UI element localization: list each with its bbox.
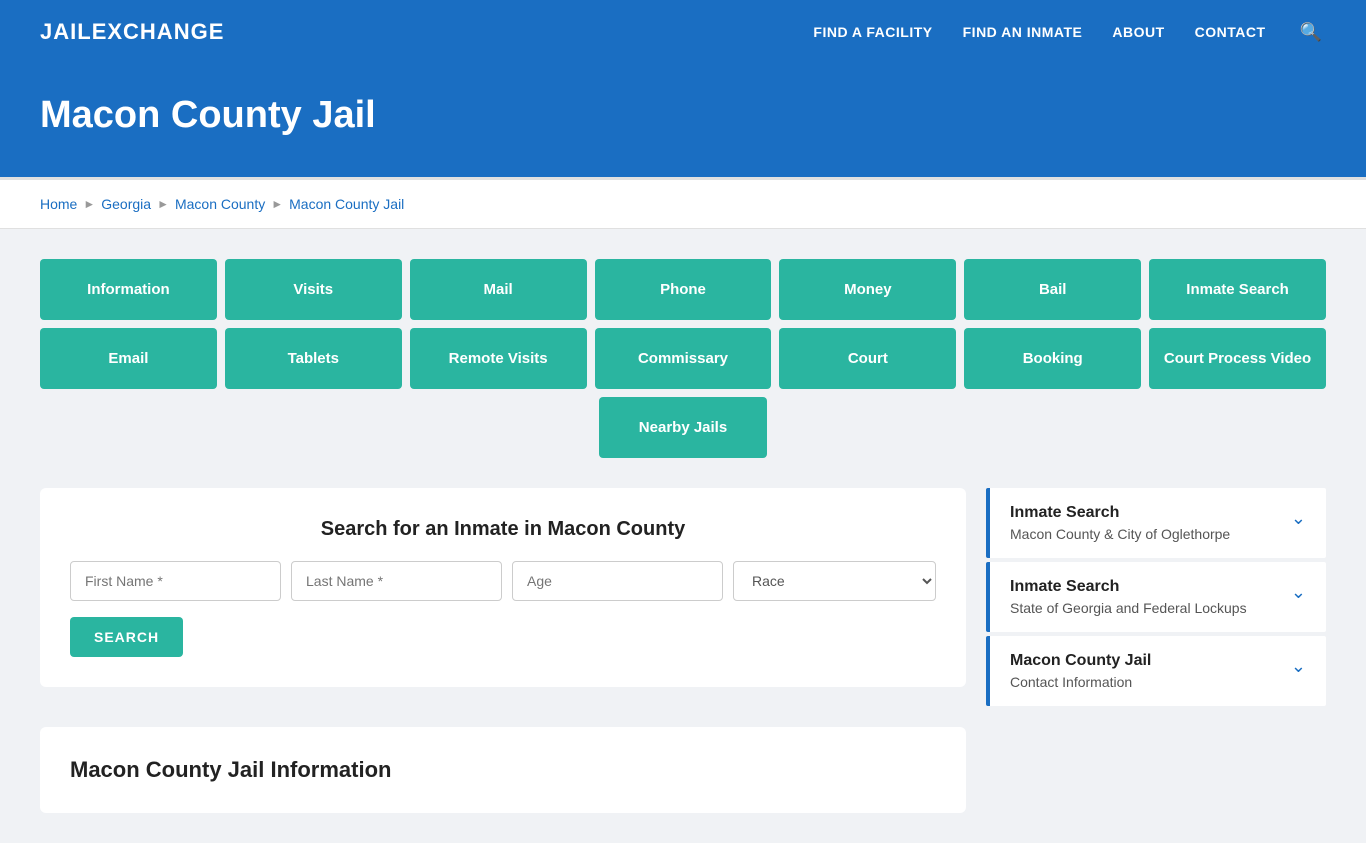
breadcrumb-current: Macon County Jail xyxy=(289,196,404,212)
btn-money[interactable]: Money xyxy=(779,259,956,320)
btn-inmate-search[interactable]: Inmate Search xyxy=(1149,259,1326,320)
breadcrumb-sep-2: ► xyxy=(157,197,169,211)
main-nav: FIND A FACILITY FIND AN INMATE ABOUT CON… xyxy=(813,18,1326,47)
first-name-input[interactable] xyxy=(70,561,281,601)
btn-visits[interactable]: Visits xyxy=(225,259,402,320)
btn-tablets[interactable]: Tablets xyxy=(225,328,402,389)
breadcrumb-sep-3: ► xyxy=(271,197,283,211)
breadcrumb-sep-1: ► xyxy=(83,197,95,211)
sidebar-item-subtitle-1: Macon County & City of Oglethorpe xyxy=(1010,526,1230,542)
button-grid-row1: Information Visits Mail Phone Money Bail… xyxy=(40,259,1326,320)
breadcrumb-bar: Home ► Georgia ► Macon County ► Macon Co… xyxy=(0,180,1366,229)
hero-section: Macon County Jail xyxy=(0,64,1366,177)
search-icon-button[interactable]: 🔍 xyxy=(1296,18,1326,47)
btn-email[interactable]: Email xyxy=(40,328,217,389)
btn-phone[interactable]: Phone xyxy=(595,259,772,320)
sidebar-item-title-1: Inmate Search xyxy=(1010,504,1230,522)
btn-mail[interactable]: Mail xyxy=(410,259,587,320)
site-header: JAILEXCHANGE FIND A FACILITY FIND AN INM… xyxy=(0,0,1366,64)
button-grid-row3: Nearby Jails xyxy=(40,397,1326,458)
sidebar-item-text-3: Macon County Jail Contact Information xyxy=(1010,652,1151,690)
nav-contact[interactable]: CONTACT xyxy=(1195,24,1266,40)
button-grid-row2: Email Tablets Remote Visits Commissary C… xyxy=(40,328,1326,389)
breadcrumb-home[interactable]: Home xyxy=(40,196,77,212)
race-select[interactable]: Race White Black Hispanic Asian Other xyxy=(733,561,936,601)
search-form-card: Search for an Inmate in Macon County Rac… xyxy=(40,488,966,687)
info-title: Macon County Jail Information xyxy=(70,757,936,783)
sidebar: Inmate Search Macon County & City of Ogl… xyxy=(986,488,1326,813)
btn-booking[interactable]: Booking xyxy=(964,328,1141,389)
lower-section: Search for an Inmate in Macon County Rac… xyxy=(40,488,1326,813)
logo-exchange: EXCHANGE xyxy=(92,19,225,45)
sidebar-item-inmate-search-2[interactable]: Inmate Search State of Georgia and Feder… xyxy=(986,562,1326,632)
btn-information[interactable]: Information xyxy=(40,259,217,320)
search-title: Search for an Inmate in Macon County xyxy=(70,518,936,541)
search-form-row: Race White Black Hispanic Asian Other xyxy=(70,561,936,601)
last-name-input[interactable] xyxy=(291,561,502,601)
chevron-down-icon-3: ⌄ xyxy=(1291,656,1306,677)
sidebar-item-subtitle-3: Contact Information xyxy=(1010,674,1151,690)
sidebar-item-title-3: Macon County Jail xyxy=(1010,652,1151,670)
sidebar-item-text-2: Inmate Search State of Georgia and Feder… xyxy=(1010,578,1247,616)
age-input[interactable] xyxy=(512,561,723,601)
breadcrumb-georgia[interactable]: Georgia xyxy=(101,196,151,212)
breadcrumb: Home ► Georgia ► Macon County ► Macon Co… xyxy=(40,196,1326,212)
site-logo[interactable]: JAILEXCHANGE xyxy=(40,19,224,45)
sidebar-item-text-1: Inmate Search Macon County & City of Ogl… xyxy=(1010,504,1230,542)
nav-about[interactable]: ABOUT xyxy=(1112,24,1164,40)
main-content: Information Visits Mail Phone Money Bail… xyxy=(0,229,1366,843)
logo-jail: JAIL xyxy=(40,19,92,45)
nav-find-facility[interactable]: FIND A FACILITY xyxy=(813,24,932,40)
sidebar-item-contact-info[interactable]: Macon County Jail Contact Information ⌄ xyxy=(986,636,1326,706)
btn-court[interactable]: Court xyxy=(779,328,956,389)
chevron-down-icon-1: ⌄ xyxy=(1291,508,1306,529)
sidebar-item-title-2: Inmate Search xyxy=(1010,578,1247,596)
btn-commissary[interactable]: Commissary xyxy=(595,328,772,389)
btn-remote-visits[interactable]: Remote Visits xyxy=(410,328,587,389)
search-button[interactable]: SEARCH xyxy=(70,617,183,657)
breadcrumb-macon-county[interactable]: Macon County xyxy=(175,196,265,212)
page-title: Macon County Jail xyxy=(40,94,1326,137)
sidebar-item-inmate-search-1[interactable]: Inmate Search Macon County & City of Ogl… xyxy=(986,488,1326,558)
btn-court-process-video[interactable]: Court Process Video xyxy=(1149,328,1326,389)
btn-nearby-jails[interactable]: Nearby Jails xyxy=(599,397,767,458)
chevron-down-icon-2: ⌄ xyxy=(1291,582,1306,603)
info-section-card: Macon County Jail Information xyxy=(40,727,966,813)
btn-bail[interactable]: Bail xyxy=(964,259,1141,320)
nav-find-inmate[interactable]: FIND AN INMATE xyxy=(963,24,1083,40)
sidebar-item-subtitle-2: State of Georgia and Federal Lockups xyxy=(1010,600,1247,616)
